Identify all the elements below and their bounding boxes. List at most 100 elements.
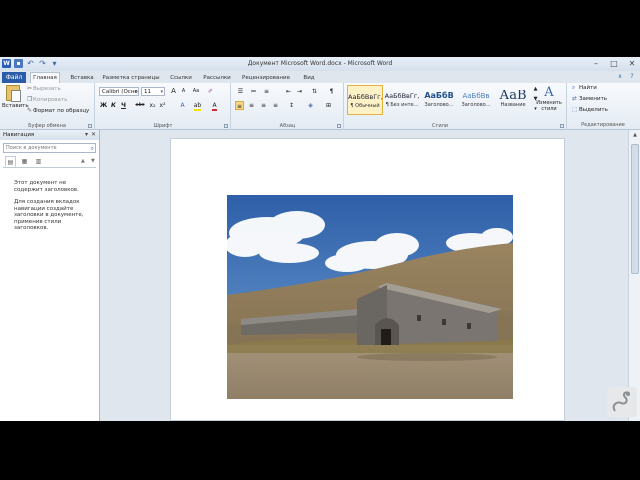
maximize-button[interactable]: □ bbox=[608, 58, 620, 69]
nav-message-hint: Для создания вкладок навигации создайте … bbox=[14, 199, 84, 231]
paste-button[interactable]: Вставить bbox=[2, 85, 29, 117]
paragraph-dialog-launcher[interactable] bbox=[337, 124, 341, 128]
style-name: Заголово... bbox=[424, 102, 454, 108]
change-styles-button[interactable]: A Изменить стили bbox=[534, 85, 564, 117]
line-spacing-icon[interactable]: ↕ bbox=[287, 101, 296, 110]
tab-mailings[interactable]: Рассылки bbox=[200, 73, 234, 83]
style-normal[interactable]: АаБбВвГг, ¶ Обычный bbox=[347, 85, 383, 115]
find-button[interactable]: ⌕ Найти bbox=[572, 85, 597, 92]
shrink-font-button[interactable]: A bbox=[179, 87, 188, 96]
cut-button[interactable]: ✂Вырезать bbox=[27, 85, 61, 92]
collapse-ribbon-icon[interactable]: ∧ bbox=[616, 73, 624, 81]
nav-tab-results[interactable]: ▥ bbox=[33, 156, 44, 167]
nav-tab-pages[interactable]: ▦ bbox=[19, 156, 30, 167]
font-size-combo[interactable]: 11 ▾ bbox=[141, 87, 165, 96]
justify-icon[interactable]: ≡ bbox=[271, 101, 280, 110]
italic-button[interactable]: К bbox=[109, 101, 118, 110]
nav-prev-icon[interactable]: ▲ bbox=[81, 158, 85, 164]
tab-review[interactable]: Рецензирование bbox=[238, 73, 294, 83]
nav-tabs: ▤ ▦ ▥ ▲ ▼ bbox=[3, 156, 96, 168]
style-heading1[interactable]: АаБбВ Заголово... bbox=[421, 85, 457, 115]
multilevel-list-icon[interactable]: ≡ bbox=[262, 87, 271, 96]
cut-label: Вырезать bbox=[33, 86, 61, 92]
superscript-button[interactable]: x² bbox=[158, 101, 167, 110]
font-color-button[interactable]: A bbox=[210, 101, 219, 111]
align-left-icon[interactable]: ≡ bbox=[235, 101, 244, 110]
search-icon[interactable]: ⌕ bbox=[91, 144, 94, 153]
document-area[interactable] bbox=[101, 130, 628, 421]
clear-format-icon[interactable]: ✐ bbox=[206, 87, 215, 96]
document-page[interactable] bbox=[170, 138, 565, 421]
watermark-logo bbox=[607, 387, 637, 417]
font-name-combo[interactable]: Calibri (Осно ▾ bbox=[99, 87, 139, 96]
tab-page-layout[interactable]: Разметка страницы bbox=[102, 73, 160, 83]
show-marks-button[interactable]: ¶ bbox=[327, 87, 336, 96]
text-effects-icon[interactable]: A bbox=[178, 101, 187, 110]
style-no-spacing[interactable]: АаБбВвГг, ¶ Без инте... bbox=[384, 85, 420, 115]
underline-button[interactable]: Ч bbox=[119, 101, 128, 110]
chevron-down-icon: ▾ bbox=[134, 89, 137, 95]
format-painter-button[interactable]: ✎Формат по образцу bbox=[27, 107, 89, 114]
sort-icon[interactable]: ⇅ bbox=[310, 87, 319, 96]
align-right-icon[interactable]: ≡ bbox=[259, 101, 268, 110]
bold-button[interactable]: Ж bbox=[99, 101, 108, 110]
window-controls: – □ ✕ bbox=[590, 58, 638, 69]
clipboard-dialog-launcher[interactable] bbox=[88, 124, 92, 128]
word-window: W ▪ ↶ ↷ ▾ Документ Microsoft Word.docx -… bbox=[0, 57, 640, 421]
vertical-scrollbar[interactable]: ▲ bbox=[628, 130, 640, 421]
style-heading2[interactable]: АаБбВв Заголово... bbox=[458, 85, 494, 115]
font-dialog-launcher[interactable] bbox=[224, 124, 228, 128]
tab-references[interactable]: Ссылки bbox=[164, 73, 198, 83]
nav-options-icon[interactable]: ▾ bbox=[85, 130, 88, 140]
replace-label: Заменить bbox=[579, 96, 608, 102]
nav-header: Навигация ▾ ✕ bbox=[0, 130, 99, 140]
scroll-up-icon[interactable]: ▲ bbox=[629, 132, 640, 138]
navigation-pane: Навигация ▾ ✕ Поиск в документе ⌕ ▤ ▦ ▥ … bbox=[0, 130, 100, 421]
group-font: Calibri (Осно ▾ 11 ▾ A A Aa ✐ Ж К Ч abc x₂… bbox=[96, 83, 231, 130]
strikethrough-button[interactable]: abc bbox=[134, 101, 146, 110]
help-icon[interactable]: ? bbox=[628, 73, 636, 81]
highlighter-icon: ab bbox=[193, 102, 202, 111]
replace-button[interactable]: ⇄ Заменить bbox=[572, 96, 607, 102]
align-center-icon[interactable]: ≡ bbox=[247, 101, 256, 110]
tab-insert[interactable]: Вставка bbox=[65, 73, 99, 83]
scrollbar-thumb[interactable] bbox=[631, 144, 639, 274]
style-sample: АаБбВвГг, bbox=[348, 93, 382, 101]
close-button[interactable]: ✕ bbox=[626, 58, 638, 69]
nav-search-placeholder: Поиск в документе bbox=[6, 145, 57, 151]
ribbon-tabs: Файл Главная Вставка Разметка страницы С… bbox=[0, 71, 640, 83]
change-case-button[interactable]: Aa bbox=[190, 87, 202, 96]
nav-close-icon[interactable]: ✕ bbox=[91, 130, 96, 140]
document-photo[interactable] bbox=[227, 195, 513, 399]
numbering-icon[interactable]: ≔ bbox=[249, 87, 258, 96]
find-label: Найти bbox=[579, 85, 597, 91]
highlight-button[interactable]: ab bbox=[193, 101, 202, 111]
bullets-icon[interactable]: ☰ bbox=[236, 87, 245, 96]
clipboard-group-label: Буфер обмена bbox=[28, 123, 66, 129]
change-styles-label: Изменить стили bbox=[536, 100, 562, 112]
nav-next-icon[interactable]: ▼ bbox=[91, 158, 95, 164]
subscript-button[interactable]: x₂ bbox=[148, 101, 157, 110]
search-icon: ⌕ bbox=[572, 85, 576, 91]
tab-file[interactable]: Файл bbox=[2, 72, 26, 83]
group-clipboard: Вставить ✂Вырезать ❐Копировать ✎Формат п… bbox=[0, 83, 95, 130]
font-color-icon: A bbox=[212, 102, 217, 111]
copy-button[interactable]: ❐Копировать bbox=[27, 96, 67, 103]
nav-tab-headings[interactable]: ▤ bbox=[5, 156, 16, 167]
borders-icon[interactable]: ⊞ bbox=[324, 101, 333, 110]
increase-indent-icon[interactable]: ⇥ bbox=[295, 87, 304, 96]
select-button[interactable]: ⬚ Выделить bbox=[572, 107, 608, 113]
style-title[interactable]: АаВ Название bbox=[495, 85, 531, 115]
shading-icon[interactable]: ◈ bbox=[306, 101, 315, 110]
copy-label: Копировать bbox=[33, 97, 68, 103]
minimize-button[interactable]: – bbox=[590, 58, 602, 69]
caravanserai-photo bbox=[227, 195, 513, 399]
tab-view[interactable]: Вид bbox=[298, 73, 320, 83]
style-sample: АаБбВв bbox=[462, 92, 490, 100]
tab-home[interactable]: Главная bbox=[30, 72, 60, 83]
style-name: ¶ Без инте... bbox=[385, 102, 419, 108]
nav-search-input[interactable]: Поиск в документе ⌕ bbox=[3, 143, 96, 153]
grow-font-button[interactable]: A bbox=[169, 87, 178, 96]
decrease-indent-icon[interactable]: ⇤ bbox=[284, 87, 293, 96]
styles-dialog-launcher[interactable] bbox=[560, 124, 564, 128]
